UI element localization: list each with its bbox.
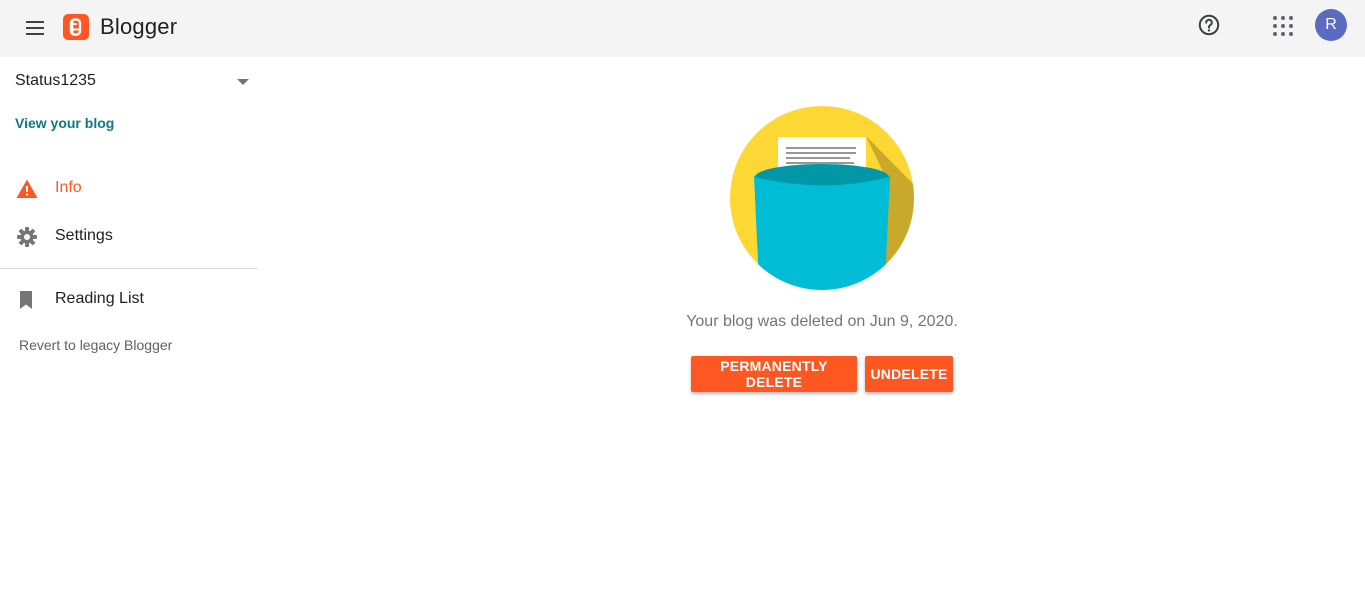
blog-name: Status1235 [15,72,96,89]
sidebar: Status1235 View your blog Info Settings … [0,57,258,598]
gear-icon [16,226,38,248]
blogger-logo-icon[interactable] [63,14,89,40]
blog-selector[interactable]: Status1235 [0,67,258,97]
warning-icon [16,178,38,200]
menu-icon[interactable] [22,16,48,40]
sidebar-item-info[interactable]: Info [0,169,258,209]
view-blog-link[interactable]: View your blog [15,115,114,131]
sidebar-item-label: Info [55,179,82,196]
dropdown-arrow-icon [237,79,249,85]
sidebar-item-reading-list[interactable]: Reading List [0,280,258,320]
sidebar-item-label: Reading List [55,290,144,307]
revert-legacy-link[interactable]: Revert to legacy Blogger [19,337,172,353]
sidebar-divider [0,268,258,269]
help-icon[interactable] [1197,13,1221,37]
sidebar-item-label: Settings [55,227,113,244]
undelete-button[interactable]: UNDELETE [865,356,953,392]
bookmark-icon [16,289,38,311]
app-title: Blogger [100,14,178,39]
apps-grid-icon[interactable] [1272,15,1294,37]
sidebar-item-settings[interactable]: Settings [0,217,258,257]
account-avatar[interactable]: R [1315,9,1347,41]
deleted-blog-illustration [728,104,916,292]
deleted-message: Your blog was deleted on Jun 9, 2020. [686,313,958,330]
top-app-bar: Blogger R [0,0,1365,57]
permanently-delete-button[interactable]: PERMANENTLY DELETE [691,356,857,392]
